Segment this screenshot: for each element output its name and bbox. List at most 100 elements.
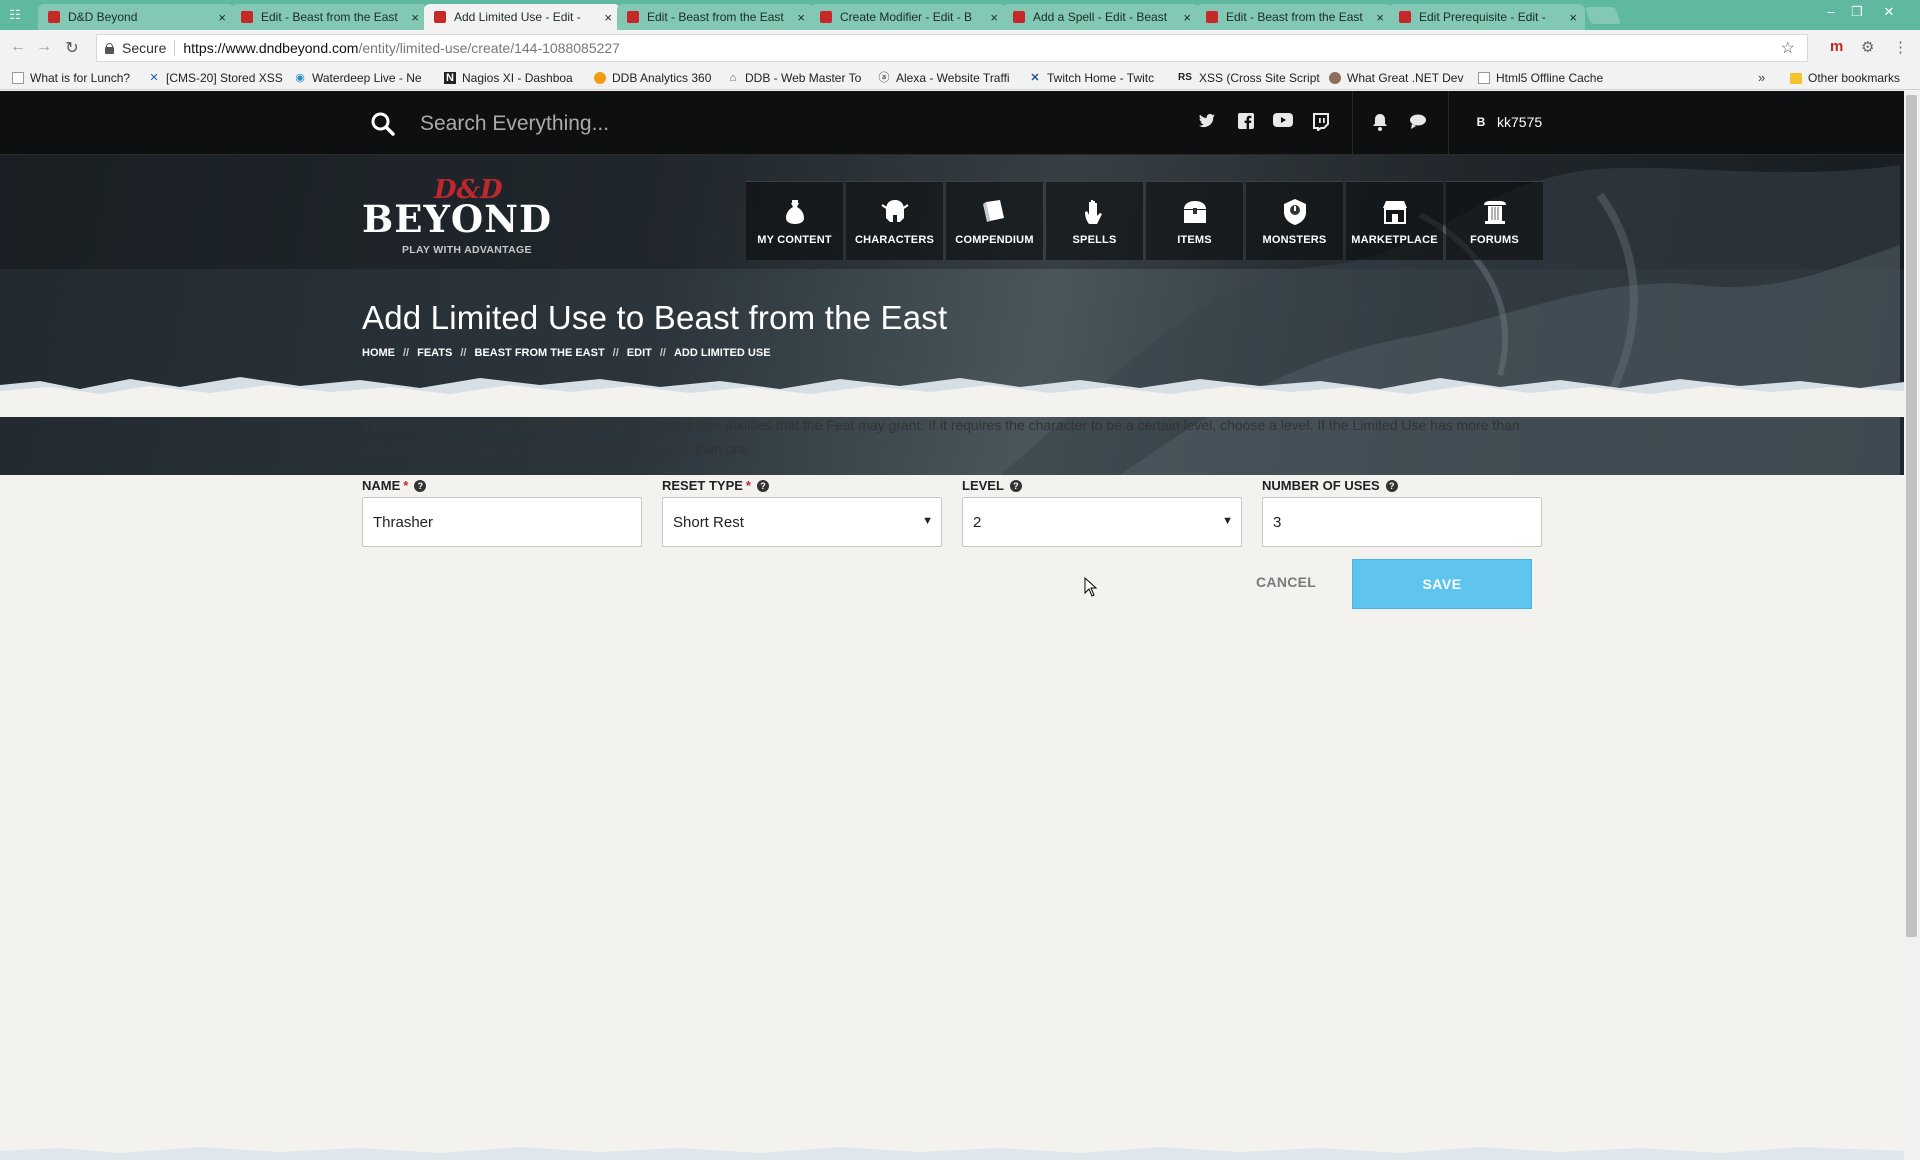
number-of-uses-input[interactable]: [1273, 513, 1531, 531]
help-icon[interactable]: ?: [1385, 479, 1398, 492]
topbar-divider: [1352, 91, 1353, 155]
breadcrumb-separator: //: [659, 347, 666, 359]
bookmark-item[interactable]: RS XSS (Cross Site Script: [1177, 71, 1320, 85]
apps-icon[interactable]: ☷: [6, 7, 24, 23]
browser-tab[interactable]: Edit - Beast from the East ×: [231, 4, 427, 30]
breadcrumb-home[interactable]: HOME: [362, 347, 395, 359]
tab-title: Add Limited Use - Edit -: [454, 10, 581, 24]
extension-gear-icon[interactable]: ⚙: [1861, 38, 1874, 56]
other-bookmarks[interactable]: Other bookmarks: [1790, 71, 1900, 85]
bookmark-label: XSS (Cross Site Script: [1199, 71, 1320, 85]
dndbeyond-favicon-icon: [434, 11, 446, 23]
browser-tab[interactable]: Edit - Beast from the East ×: [1196, 4, 1392, 30]
breadcrumb-edit[interactable]: EDIT: [627, 347, 652, 359]
scrollbar-thumb[interactable]: [1906, 95, 1917, 937]
level-label: LEVEL ?: [962, 478, 1022, 493]
twitter-icon[interactable]: [1197, 113, 1217, 133]
bookmark-item[interactable]: What is for Lunch?: [12, 71, 130, 85]
breadcrumb-beast-from-the-east[interactable]: BEAST FROM THE EAST: [475, 347, 605, 359]
browser-tab[interactable]: Edit - Beast from the East ×: [617, 4, 813, 30]
bookmark-star-icon[interactable]: ☆: [1781, 38, 1795, 58]
bookmark-item[interactable]: DDB Analytics 360: [594, 71, 711, 85]
bookmark-item[interactable]: ◉ Waterdeep Live - Ne: [294, 71, 421, 85]
nav-compendium[interactable]: COMPENDIUM: [946, 181, 1043, 260]
back-icon[interactable]: ←: [8, 38, 28, 56]
jira-icon: ✕: [149, 72, 159, 84]
nav-forums[interactable]: FORUMS: [1446, 181, 1543, 260]
browser-tab[interactable]: Add a Spell - Edit - Beast ×: [1003, 4, 1199, 30]
nav-spells[interactable]: SPELLS: [1046, 181, 1143, 260]
save-button[interactable]: SAVE: [1352, 559, 1532, 609]
nav-label: FORUMS: [1470, 234, 1519, 246]
reload-icon[interactable]: ↻: [62, 38, 82, 58]
bookmark-item[interactable]: N Nagios XI - Dashboa: [444, 71, 573, 85]
bookmark-item[interactable]: ✕ Twitch Home - Twitc: [1029, 71, 1154, 85]
nav-label: MY CONTENT: [757, 234, 832, 246]
browser-tab[interactable]: Create Modifier - Edit - B ×: [810, 4, 1006, 30]
bookmark-item[interactable]: ✕ [CMS-20] Stored XSS: [148, 71, 282, 85]
book-icon: [982, 200, 1004, 222]
tab-close-icon[interactable]: ×: [797, 10, 805, 25]
bookmark-item[interactable]: What Great .NET Dev: [1329, 71, 1463, 85]
bookmark-item[interactable]: Html5 Offline Cache: [1478, 71, 1603, 85]
bookmark-item[interactable]: ⌂ DDB - Web Master To: [727, 71, 862, 85]
close-window-icon[interactable]: ✕: [1874, 4, 1904, 20]
required-marker: *: [745, 478, 751, 493]
address-bar[interactable]: Secure https://www.dndbeyond.com/entity/…: [96, 34, 1808, 62]
bookmarks-overflow-button[interactable]: »: [1758, 70, 1765, 85]
forward-icon[interactable]: →: [34, 38, 54, 56]
search-icon[interactable]: [370, 111, 396, 137]
extension-m-icon[interactable]: m: [1830, 38, 1843, 55]
restore-icon[interactable]: ❐: [1842, 4, 1872, 20]
dndbeyond-favicon-icon: [627, 11, 639, 23]
bookmark-item[interactable]: ⓐ Alexa - Website Traffi: [878, 71, 1010, 85]
nav-items[interactable]: ITEMS: [1146, 181, 1243, 260]
url-path: /entity/limited-use/create/144-108808522…: [358, 40, 620, 56]
level-select[interactable]: 2 ▼: [962, 497, 1242, 547]
help-icon[interactable]: ?: [1009, 479, 1022, 492]
tab-close-icon[interactable]: ×: [1183, 10, 1191, 25]
username-link[interactable]: kk7575: [1497, 114, 1542, 130]
tab-close-icon[interactable]: ×: [218, 10, 226, 25]
bookmark-label: Twitch Home - Twitc: [1047, 71, 1155, 85]
omnibox-divider: [174, 40, 176, 56]
site-search-input[interactable]: [420, 109, 980, 139]
breadcrumb: HOME // FEATS // BEAST FROM THE EAST // …: [362, 347, 771, 359]
number-of-uses-field[interactable]: [1262, 497, 1542, 547]
tab-close-icon[interactable]: ×: [1376, 10, 1384, 25]
folder-icon: [1790, 72, 1802, 84]
browser-tab[interactable]: D&D Beyond ×: [38, 4, 234, 30]
browser-tabstrip: ☷ D&D Beyond × Edit - Beast from the Eas…: [0, 0, 1920, 30]
nav-characters[interactable]: CHARACTERS: [846, 181, 943, 260]
nav-my-content[interactable]: MY CONTENT: [746, 181, 843, 260]
youtube-icon[interactable]: [1273, 113, 1293, 133]
tab-close-icon[interactable]: ×: [1569, 10, 1577, 25]
name-field[interactable]: [362, 497, 642, 547]
nav-marketplace[interactable]: MARKETPLACE: [1346, 181, 1443, 260]
facebook-icon[interactable]: [1236, 113, 1256, 133]
twitch-social-icon[interactable]: [1311, 113, 1331, 133]
breadcrumb-feats[interactable]: FEATS: [417, 347, 452, 359]
tab-close-icon[interactable]: ×: [604, 10, 612, 25]
tab-close-icon[interactable]: ×: [990, 10, 998, 25]
browser-tab[interactable]: Edit Prerequisite - Edit - ×: [1389, 4, 1585, 30]
reset-type-select[interactable]: Short Rest ▼: [662, 497, 942, 547]
notifications-bell-icon[interactable]: [1370, 113, 1390, 133]
messages-chat-icon[interactable]: [1409, 113, 1429, 133]
name-input[interactable]: [373, 513, 631, 531]
browser-toolbar: ← → ↻ Secure https://www.dndbeyond.com/e…: [0, 30, 1920, 66]
dndbeyond-logo[interactable]: D&D BEYOND PLAY WITH ADVANTAGE: [362, 175, 562, 256]
user-avatar-badge[interactable]: B: [1472, 113, 1490, 131]
browser-tab-active[interactable]: Add Limited Use - Edit - ×: [424, 4, 620, 30]
help-icon[interactable]: ?: [756, 479, 769, 492]
cancel-button[interactable]: CANCEL: [1256, 574, 1326, 594]
tab-close-icon[interactable]: ×: [411, 10, 419, 25]
help-icon[interactable]: ?: [414, 479, 427, 492]
other-bookmarks-label: Other bookmarks: [1808, 71, 1901, 85]
reset-type-label-text: RESET TYPE: [662, 478, 743, 493]
new-tab-button[interactable]: [1584, 7, 1622, 24]
browser-menu-icon[interactable]: ⋮: [1893, 38, 1908, 56]
chest-icon: [1183, 201, 1206, 223]
nav-monsters[interactable]: MONSTERS: [1246, 181, 1343, 260]
globe-icon: ◉: [295, 72, 305, 84]
